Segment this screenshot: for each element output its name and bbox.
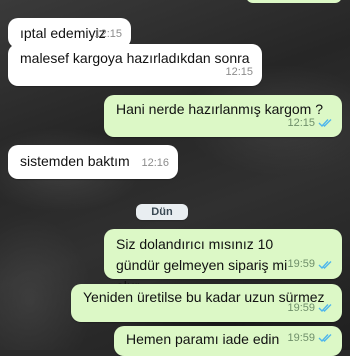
message-bubble-outgoing[interactable]: Hemen paramı iade edin 19:59 [114, 326, 342, 356]
date-separator: Dün [136, 204, 188, 220]
message-time: 19:59 [287, 258, 315, 270]
double-check-icon [318, 260, 333, 270]
message-bubble-incoming[interactable]: malesef kargoya hazırladıkdan sonra 12:1… [8, 44, 262, 86]
message-time: 12:15 [225, 66, 253, 78]
message-time: 12:15 [94, 28, 122, 40]
message-time: 19:59 [287, 302, 315, 314]
partial-message-bubble[interactable] [246, 0, 342, 3]
message-bubble-outgoing[interactable]: Yeniden üretilse bu kadar uzun sürmez 19… [71, 284, 342, 322]
message-bubble-outgoing[interactable]: Siz dolandırıcı mısınız 10 gündür gelmey… [104, 229, 342, 294]
double-check-icon [318, 303, 333, 313]
double-check-icon [318, 118, 333, 128]
message-bubble-outgoing[interactable]: Hani nerde hazırlanmış kargom ? 12:15 [104, 95, 342, 137]
message-time: 19:59 [287, 332, 315, 344]
double-check-icon [318, 333, 333, 343]
message-bubble-incoming[interactable]: sistemden baktım 12:16 [8, 145, 178, 179]
message-time: 12:15 [287, 117, 315, 129]
message-time: 12:16 [141, 157, 169, 169]
